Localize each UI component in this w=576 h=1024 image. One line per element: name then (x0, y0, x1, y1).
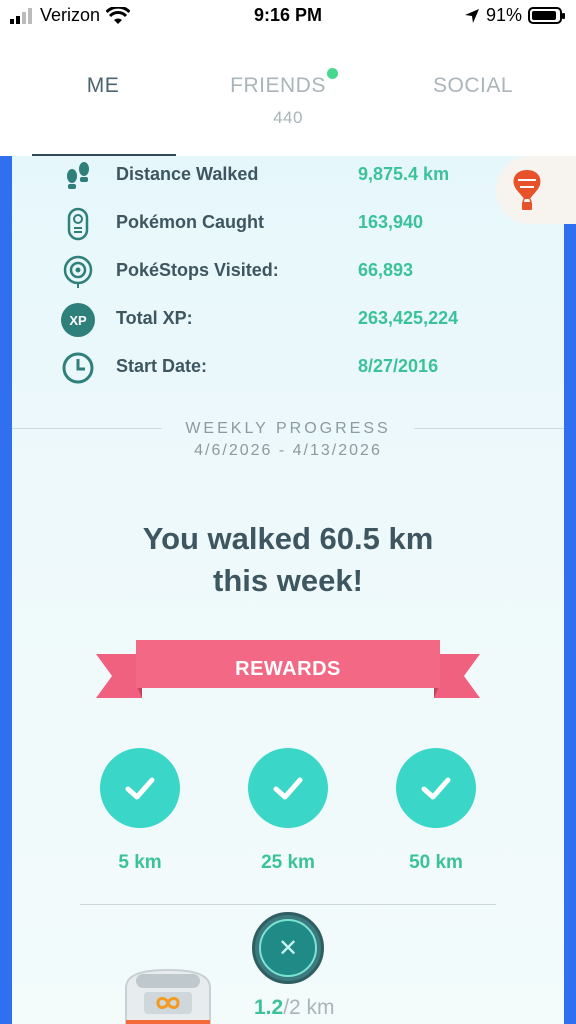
battery-percent: 91% (485, 5, 522, 25)
reward-distance-label: 5 km (118, 852, 162, 873)
stat-label: Distance Walked (116, 164, 259, 184)
weekly-walked-message: You walked 60.5 km this week! (0, 518, 576, 602)
egg-distance-current: 1.2 (254, 996, 284, 1019)
checkmark-icon (248, 748, 328, 828)
friends-count: 440 (273, 108, 303, 127)
egg-section-divider (80, 904, 496, 905)
profile-tabs: ME FRIENDS 440 SOCIAL (0, 34, 576, 157)
stat-label: Pokémon Caught (116, 212, 265, 232)
xp-icon: XP (60, 302, 96, 338)
reward-milestone-1: 5 km (100, 748, 180, 874)
egg-distance-progress: 1.2/2 km (254, 996, 335, 1020)
checkmark-icon (100, 748, 180, 828)
weekly-progress-range: 4/6/2026 - 4/13/2026 (194, 442, 382, 459)
me-panel[interactable]: Distance Walked 9,875.4 km Pokémon Caugh… (0, 156, 576, 1024)
reward-milestone-3: 50 km (396, 748, 476, 874)
tab-social-label: SOCIAL (432, 74, 514, 97)
tab-social[interactable]: SOCIAL (400, 74, 546, 98)
hot-air-balloon-icon (513, 170, 541, 210)
tab-friends[interactable]: FRIENDS 440 (210, 68, 366, 128)
stat-label: PokéStops Visited: (116, 260, 279, 280)
stat-value: 163,940 (358, 212, 424, 232)
rewards-ribbon: REWARDS (96, 640, 480, 720)
tab-friends-label: FRIENDS (230, 74, 326, 97)
walked-line-2: this week! (213, 563, 363, 598)
xp-icon-label: XP (61, 303, 95, 337)
walked-line-1: You walked 60.5 km (142, 521, 434, 556)
notification-dot (326, 68, 338, 79)
weekly-progress-title: WEEKLY PROGRESS (185, 420, 391, 437)
status-bar: Verizon 9:16 PM 91% (0, 0, 576, 34)
pokedex-icon (60, 206, 96, 242)
stat-row-pokestops: PokéStops Visited: 66,893 (60, 252, 480, 292)
stat-label: Total XP: (116, 308, 193, 328)
battery-icon (528, 7, 565, 24)
location-arrow-icon (464, 8, 479, 23)
close-button[interactable]: ✕ (252, 912, 324, 984)
reward-milestone-2: 25 km (248, 748, 328, 874)
battery-fill (532, 11, 556, 20)
balloon-button[interactable] (496, 156, 576, 224)
reward-distance-label: 25 km (261, 852, 315, 873)
stat-value: 263,425,224 (358, 308, 459, 328)
stat-row-start-date: Start Date: 8/27/2016 (60, 348, 480, 388)
rewards-title: REWARDS (235, 658, 341, 680)
checkmark-icon (396, 748, 476, 828)
stat-label: Start Date: (116, 356, 208, 376)
status-right: 91% (464, 5, 565, 26)
footprints-icon (60, 158, 96, 194)
incubator-icon (125, 968, 211, 1024)
pokestop-icon (60, 254, 96, 290)
reward-distance-label: 50 km (409, 852, 463, 873)
tab-me[interactable]: ME (30, 74, 176, 98)
stat-value: 66,893 (358, 260, 414, 280)
close-icon: ✕ (259, 919, 317, 977)
egg-incubator[interactable] (118, 968, 218, 1024)
stat-value: 9,875.4 km (358, 164, 450, 184)
clock-icon (60, 350, 96, 386)
stat-value: 8/27/2016 (358, 356, 439, 376)
egg-distance-total: 2 km (289, 996, 335, 1019)
stat-row-xp: XP Total XP: 263,425,224 (60, 300, 480, 340)
stat-row-caught: Pokémon Caught 163,940 (60, 204, 480, 244)
stat-row-distance: Distance Walked 9,875.4 km (60, 156, 480, 196)
tab-me-label: ME (86, 74, 120, 97)
